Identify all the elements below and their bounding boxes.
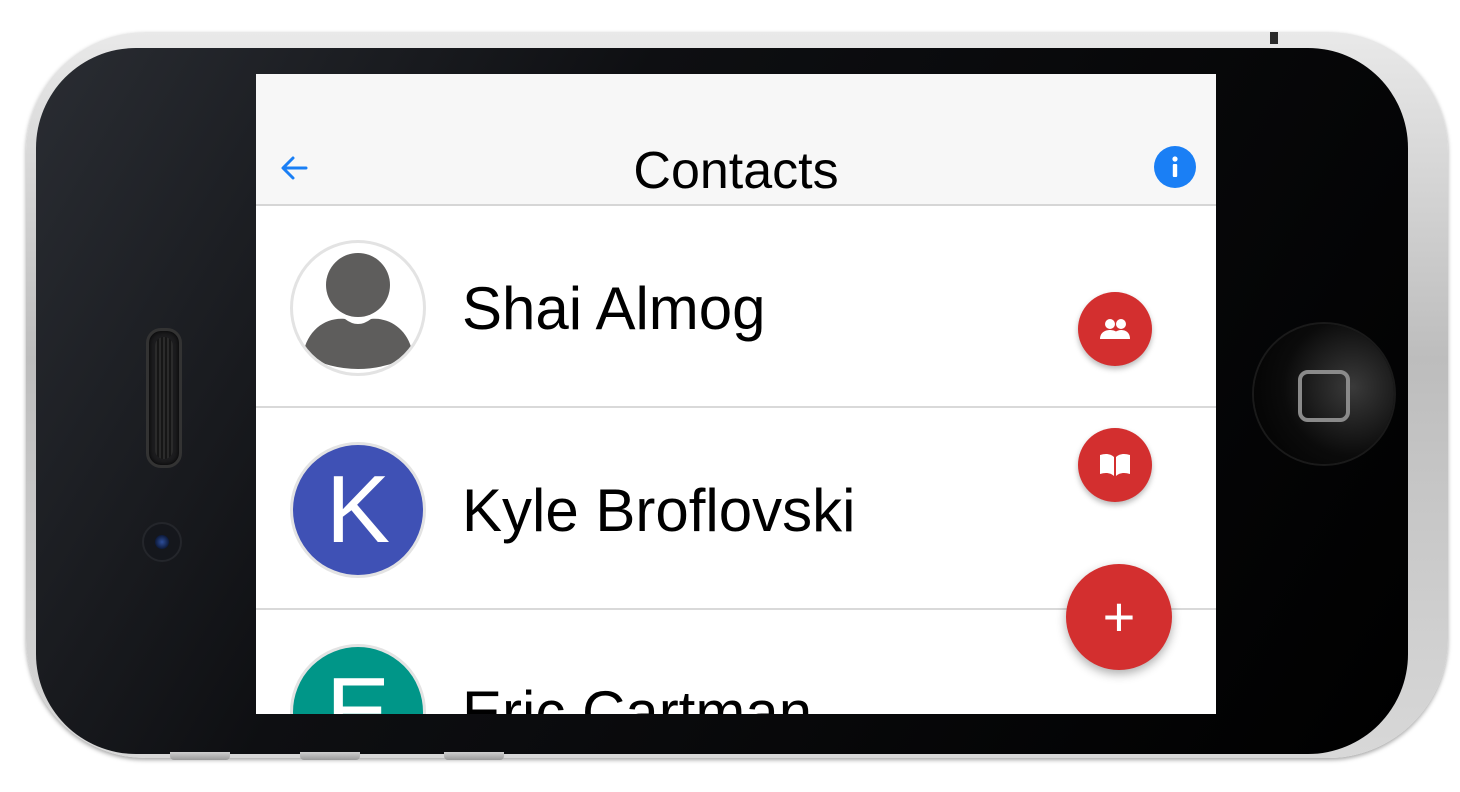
info-button[interactable] — [1154, 146, 1196, 188]
group-fab-button[interactable] — [1078, 292, 1152, 366]
status-bar — [256, 74, 1216, 132]
contact-name: Eric Cartman — [462, 679, 813, 714]
front-camera — [142, 522, 182, 562]
people-icon — [1100, 319, 1130, 339]
home-button[interactable] — [1254, 324, 1394, 464]
person-placeholder-icon — [295, 245, 421, 371]
phone-volume-button — [300, 752, 360, 760]
info-icon — [1172, 156, 1178, 177]
contact-row[interactable]: Shai Almog — [256, 206, 1216, 408]
book-icon — [1100, 453, 1130, 476]
avatar: K — [290, 442, 426, 578]
plus-icon: + — [1102, 585, 1136, 648]
app-screen: Contacts Shai Almog K Kyle Broflovski E — [256, 74, 1216, 714]
contact-name: Shai Almog — [462, 275, 766, 342]
phone-volume-button — [170, 752, 230, 760]
avatar: E — [290, 644, 426, 714]
page-title: Contacts — [633, 142, 839, 200]
phone-side-button — [1270, 32, 1278, 44]
title-bar: Contacts — [256, 132, 1216, 206]
phone-mute-switch — [444, 752, 504, 760]
avatar-letter: E — [325, 658, 391, 715]
contact-name: Kyle Broflovski — [462, 477, 856, 544]
earpiece-speaker — [146, 328, 182, 468]
contact-row[interactable]: K Kyle Broflovski — [256, 408, 1216, 610]
contacts-book-fab-button[interactable] — [1078, 428, 1152, 502]
home-square-icon — [1298, 370, 1350, 422]
add-contact-fab-button[interactable]: + — [1066, 564, 1172, 670]
avatar — [290, 240, 426, 376]
avatar-letter: K — [325, 456, 391, 563]
